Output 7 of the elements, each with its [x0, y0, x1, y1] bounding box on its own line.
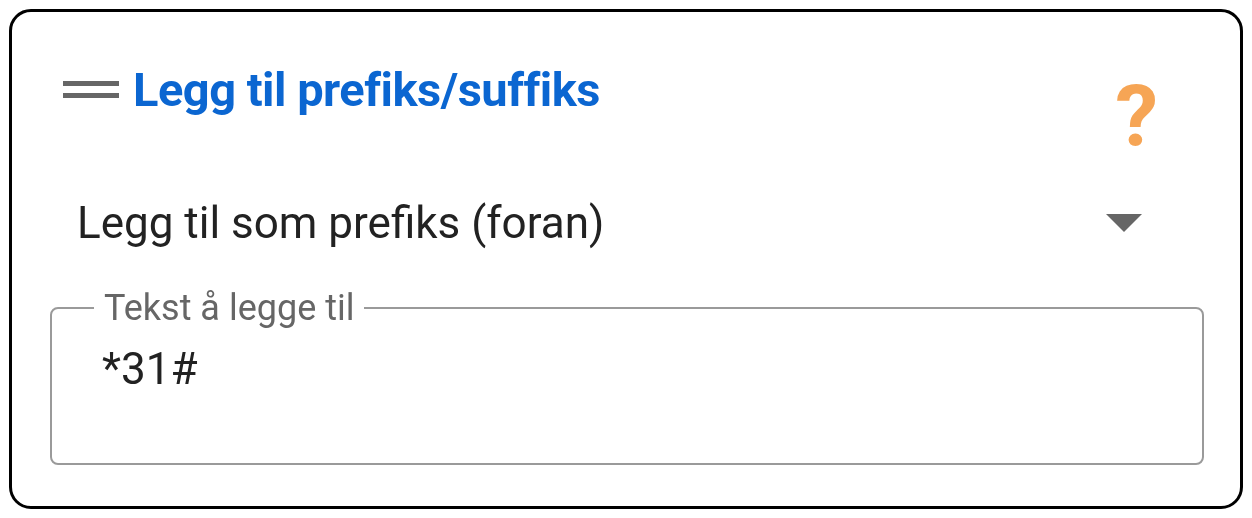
text-input[interactable]: *31#: [102, 343, 1152, 396]
field-label: Tekst å legge til: [103, 287, 356, 330]
mode-dropdown[interactable]: Legg til som prefiks (foran): [77, 196, 1142, 249]
text-field[interactable]: Tekst å legge til *31#: [50, 287, 1204, 465]
caret-icon: [1106, 213, 1142, 232]
section-title: Legg til prefiks/suffiks: [133, 64, 600, 116]
drag-handle-icon[interactable]: [63, 80, 119, 99]
